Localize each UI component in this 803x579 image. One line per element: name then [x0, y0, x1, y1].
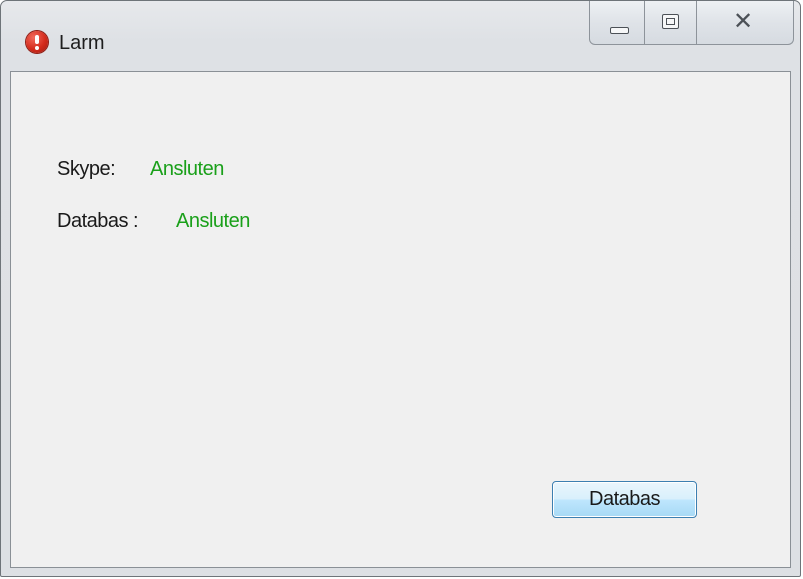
- larm-window: Larm ✕ Skype: Ansluten Databas : Anslute…: [0, 0, 801, 577]
- minimize-button[interactable]: [589, 1, 645, 45]
- database-label: Databas :: [57, 210, 139, 232]
- client-area: Skype: Ansluten Databas : Ansluten Datab…: [10, 71, 791, 568]
- database-button[interactable]: Databas: [552, 481, 697, 518]
- close-icon: ✕: [733, 7, 754, 35]
- maximize-button[interactable]: [645, 1, 697, 45]
- close-button[interactable]: ✕: [697, 1, 794, 45]
- skype-status: Ansluten: [150, 158, 224, 180]
- error-icon: [26, 31, 48, 53]
- skype-label: Skype:: [57, 158, 116, 180]
- database-status: Ansluten: [176, 210, 250, 232]
- window-title: Larm: [59, 32, 105, 54]
- maximize-icon: [662, 14, 679, 29]
- minimize-icon: [610, 27, 629, 34]
- caption-buttons: ✕: [589, 1, 794, 46]
- title-bar[interactable]: Larm ✕: [1, 1, 800, 73]
